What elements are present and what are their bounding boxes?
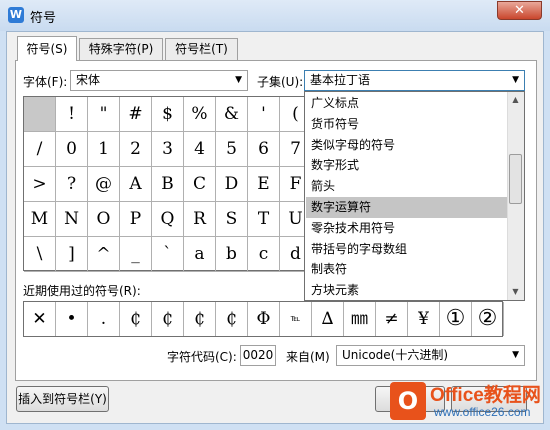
- symbol-cell[interactable]: ': [248, 97, 280, 132]
- subset-dropdown-list[interactable]: 广义标点 货币符号 类似字母的符号 数字形式 箭头 数字运算符 零杂技术用符号 带括号的字母数…: [304, 91, 525, 301]
- recent-symbol-cell[interactable]: ₵: [120, 302, 152, 336]
- char-code-label: 字符代码(C):: [167, 350, 237, 364]
- symbol-cell[interactable]: c: [248, 237, 280, 272]
- symbol-cell[interactable]: E: [248, 167, 280, 202]
- symbol-cell[interactable]: $: [152, 97, 184, 132]
- symbol-cell[interactable]: C: [184, 167, 216, 202]
- subset-option[interactable]: 货币符号: [306, 114, 508, 135]
- char-code-input[interactable]: 0020: [240, 345, 276, 366]
- subset-select[interactable]: 基本拉丁语 ▼: [304, 70, 525, 91]
- font-select[interactable]: 宋体 ▼: [70, 70, 248, 91]
- subset-option[interactable]: 箭头: [306, 176, 508, 197]
- subset-option[interactable]: 数字形式: [306, 155, 508, 176]
- dropdown-scrollbar[interactable]: ▲ ▼: [507, 92, 524, 300]
- insert-to-symbol-bar-button[interactable]: 插入到符号栏(Y): [16, 386, 109, 412]
- symbol-cell[interactable]: 6: [248, 132, 280, 167]
- subset-option[interactable]: 带括号的字母数组: [306, 239, 508, 260]
- recent-symbol-cell[interactable]: Φ: [248, 302, 280, 336]
- recent-symbol-cell[interactable]: ②: [472, 302, 504, 336]
- recent-symbols-row[interactable]: ✕ •. ₵ ₵ ₵ ₵ Φ ℡ ∆ ㎜ ≠ ¥ ① ②: [23, 301, 504, 337]
- recent-symbol-cell[interactable]: ¥: [408, 302, 440, 336]
- symbol-cell[interactable]: 1: [88, 132, 120, 167]
- title-bar: [0, 0, 550, 31]
- subset-option[interactable]: 零杂技术用符号: [306, 218, 508, 239]
- tab-symbol-bar[interactable]: 符号栏(T): [165, 38, 238, 60]
- watermark-url: www.office26.com: [434, 405, 531, 419]
- chevron-down-icon: ▼: [512, 350, 519, 360]
- subset-label: 子集(U):: [257, 75, 304, 89]
- recent-symbol-cell[interactable]: ①: [440, 302, 472, 336]
- symbol-cell[interactable]: N: [56, 202, 88, 237]
- symbol-cell[interactable]: @: [88, 167, 120, 202]
- symbol-cell[interactable]: \: [24, 237, 56, 272]
- symbol-cell[interactable]: 3: [152, 132, 184, 167]
- chevron-down-icon: ▼: [512, 75, 519, 85]
- symbol-cell[interactable]: D: [216, 167, 248, 202]
- recent-symbol-cell[interactable]: ✕: [24, 302, 56, 336]
- symbol-cell[interactable]: `: [152, 237, 184, 272]
- symbol-cell[interactable]: 2: [120, 132, 152, 167]
- scroll-down-icon[interactable]: ▼: [508, 284, 523, 300]
- subset-option[interactable]: 制表符: [306, 259, 508, 280]
- symbol-cell[interactable]: a: [184, 237, 216, 272]
- chevron-down-icon: ▼: [235, 75, 242, 85]
- watermark-title: Office教程网: [430, 385, 541, 406]
- symbol-cell[interactable]: 0: [56, 132, 88, 167]
- symbol-cell[interactable]: O: [88, 202, 120, 237]
- recent-symbol-cell[interactable]: ℡: [280, 302, 312, 336]
- subset-option[interactable]: 数字运算符: [306, 197, 508, 218]
- recent-symbol-cell[interactable]: •: [56, 302, 88, 336]
- recent-symbols-label: 近期使用过的符号(R):: [23, 284, 141, 298]
- symbol-cell[interactable]: ^: [88, 237, 120, 272]
- symbol-cell[interactable]: Q: [152, 202, 184, 237]
- subset-option[interactable]: 方块元素: [306, 280, 508, 301]
- symbol-cell[interactable]: %: [184, 97, 216, 132]
- from-label: 来自(M): [286, 350, 330, 364]
- recent-symbol-cell[interactable]: ㎜: [344, 302, 376, 336]
- scrollbar-thumb[interactable]: [509, 154, 522, 204]
- symbol-cell[interactable]: M: [24, 202, 56, 237]
- symbol-cell[interactable]: #: [120, 97, 152, 132]
- from-select[interactable]: Unicode(十六进制) ▼: [336, 345, 525, 366]
- symbol-cell[interactable]: T: [248, 202, 280, 237]
- symbol-cell[interactable]: S: [216, 202, 248, 237]
- symbol-cell[interactable]: _: [120, 237, 152, 272]
- recent-symbol-cell[interactable]: ₵: [216, 302, 248, 336]
- scroll-up-icon[interactable]: ▲: [508, 92, 523, 108]
- close-button[interactable]: ✕: [497, 1, 542, 20]
- font-label: 字体(F):: [23, 75, 68, 89]
- tab-special-chars[interactable]: 特殊字符(P): [79, 38, 163, 60]
- symbol-cell[interactable]: [24, 97, 56, 132]
- symbol-cell[interactable]: A: [120, 167, 152, 202]
- symbol-cell[interactable]: ]: [56, 237, 88, 272]
- subset-option[interactable]: 类似字母的符号: [306, 135, 508, 156]
- office-logo-icon: O: [390, 382, 426, 420]
- subset-option[interactable]: 广义标点: [306, 93, 508, 114]
- recent-symbol-cell[interactable]: .: [88, 302, 120, 336]
- window-title: 符号: [30, 11, 57, 26]
- symbol-cell[interactable]: P: [120, 202, 152, 237]
- recent-symbol-cell[interactable]: ₵: [184, 302, 216, 336]
- symbol-cell[interactable]: R: [184, 202, 216, 237]
- recent-symbol-cell[interactable]: ₵: [152, 302, 184, 336]
- recent-symbol-cell[interactable]: ∆: [312, 302, 344, 336]
- from-select-value: Unicode(十六进制): [342, 348, 449, 362]
- subset-select-value: 基本拉丁语: [310, 73, 371, 87]
- symbol-cell[interactable]: /: [24, 132, 56, 167]
- symbol-cell[interactable]: >: [24, 167, 56, 202]
- symbol-cell[interactable]: B: [152, 167, 184, 202]
- watermark: O Office教程网 www.office26.com: [372, 378, 548, 428]
- symbol-cell[interactable]: ": [88, 97, 120, 132]
- symbol-cell[interactable]: 4: [184, 132, 216, 167]
- font-select-value: 宋体: [76, 73, 101, 87]
- tab-symbols[interactable]: 符号(S): [17, 36, 77, 61]
- recent-symbol-cell[interactable]: ≠: [376, 302, 408, 336]
- symbol-cell[interactable]: &: [216, 97, 248, 132]
- symbol-cell[interactable]: b: [216, 237, 248, 272]
- wps-app-icon: W: [8, 7, 24, 23]
- symbol-cell[interactable]: !: [56, 97, 88, 132]
- symbol-cell[interactable]: 5: [216, 132, 248, 167]
- symbol-cell[interactable]: ?: [56, 167, 88, 202]
